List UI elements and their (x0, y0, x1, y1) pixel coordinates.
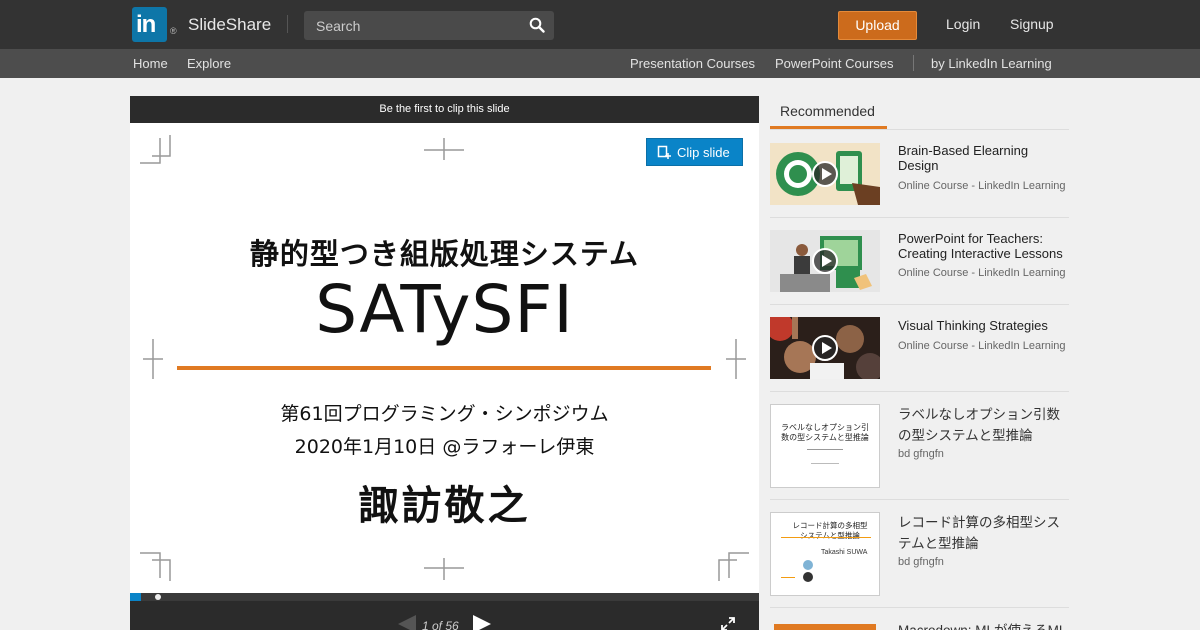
recommended-subtitle: Online Course - LinkedIn Learning (898, 340, 1066, 352)
play-icon (812, 161, 838, 187)
tab-recommended[interactable]: Recommended (770, 96, 887, 129)
slide-thumbnail: レコード計算の多相型システムと型推論 Takashi SUWA (770, 512, 880, 596)
nav-home[interactable]: Home (133, 56, 168, 71)
slide-date: 2020年1月10日 @ラフォーレ伊東 (294, 436, 595, 458)
slide-progress-bar[interactable] (130, 593, 759, 601)
slide-thumbnail (774, 624, 876, 630)
sub-navbar: Home Explore Presentation Courses PowerP… (0, 49, 1200, 78)
search-input[interactable] (304, 11, 524, 40)
item-separator (770, 304, 1069, 305)
login-link[interactable]: Login (946, 16, 980, 32)
recommended-item[interactable]: レコード計算の多相型システムと型推論 Takashi SUWA レコード計算の多… (770, 512, 1069, 608)
recommended-divider (770, 129, 1069, 130)
play-icon (812, 248, 838, 274)
recommended-title: Visual Thinking Strategies (898, 318, 1048, 333)
search-box (304, 11, 554, 40)
play-icon (812, 335, 838, 361)
recommended-title: レコード計算の多相型システムと型推論 (898, 515, 1060, 551)
thumbnail-title: レコード計算の多相型システムと型推論 (792, 521, 868, 540)
item-separator (770, 391, 1069, 392)
subnav-divider (913, 55, 914, 71)
recommended-item[interactable]: Macrodown: MLが使えるML (770, 620, 1069, 630)
next-slide-button[interactable] (473, 615, 491, 630)
fullscreen-icon[interactable] (720, 616, 736, 630)
registered-mark: ® (170, 26, 177, 36)
progress-fill (130, 593, 142, 601)
recommended-title: Macrodown: MLが使えるML (898, 620, 1069, 630)
slide-divider (177, 366, 711, 370)
nav-powerpoint-courses[interactable]: PowerPoint Courses (775, 56, 894, 71)
search-icon[interactable] (529, 17, 545, 33)
slide-thumbnail: ラベルなしオプション引数の型システムと型推論 (770, 404, 880, 488)
item-separator (770, 217, 1069, 218)
progress-handle[interactable] (155, 594, 161, 600)
recommended-subtitle: Online Course - LinkedIn Learning (898, 180, 1066, 192)
item-separator (770, 607, 1069, 608)
course-thumbnail (770, 230, 880, 292)
recommended-subtitle: Online Course - LinkedIn Learning (898, 267, 1066, 279)
slide-viewer[interactable]: 静的型つき組版処理システム SATySFI 第61回プログラミング・シンポジウム… (130, 123, 759, 593)
linkedin-logo-icon[interactable]: in (132, 7, 167, 42)
top-navbar: in ® SlideShare Upload Login Signup (0, 0, 1200, 49)
slide-heading: 静的型つき組版処理システム (249, 237, 640, 271)
item-separator (770, 499, 1069, 500)
recommended-item[interactable]: Brain-Based Elearning Design Online Cour… (770, 143, 1069, 218)
nav-linkedin-learning[interactable]: by LinkedIn Learning (931, 56, 1052, 71)
slideshare-logo-text[interactable]: SlideShare (188, 15, 271, 35)
nav-presentation-courses[interactable]: Presentation Courses (630, 56, 755, 71)
clip-hint-bar: Be the first to clip this slide (130, 96, 759, 123)
player-controls: 1 of 56 (130, 601, 759, 630)
recommended-item[interactable]: Visual Thinking Strategies Online Course… (770, 317, 1069, 392)
recommended-title: PowerPoint for Teachers: Creating Intera… (898, 231, 1063, 261)
slide-logo-text: SATySFI (315, 271, 574, 348)
page-counter: 1 of 56 (422, 619, 459, 630)
slide-author: 諏訪敬之 (358, 482, 531, 529)
clip-slide-button[interactable]: Clip slide (646, 138, 743, 166)
recommended-title: Brain-Based Elearning Design (898, 143, 1029, 173)
previous-slide-button[interactable] (398, 615, 416, 630)
thumbnail-title: ラベルなしオプション引数の型システムと型推論 (781, 423, 869, 442)
course-thumbnail (770, 143, 880, 205)
recommended-item[interactable]: PowerPoint for Teachers: Creating Intera… (770, 230, 1069, 305)
nav-explore[interactable]: Explore (187, 56, 231, 71)
header-divider (287, 15, 288, 33)
recommended-subtitle: bd gfngfn (898, 448, 944, 460)
thumbnail-author: Takashi SUWA (821, 549, 868, 556)
recommended-subtitle: bd gfngfn (898, 556, 944, 568)
slide-event: 第61回プログラミング・シンポジウム (280, 403, 609, 425)
recommended-title: ラベルなしオプション引数の型システムと型推論 (898, 407, 1060, 443)
clip-icon (657, 145, 671, 159)
clip-slide-label: Clip slide (677, 145, 730, 160)
signup-link[interactable]: Signup (1010, 16, 1054, 32)
recommended-item[interactable]: ラベルなしオプション引数の型システムと型推論 ラベルなしオプション引数の型システ… (770, 404, 1069, 500)
course-thumbnail (770, 317, 880, 379)
upload-button[interactable]: Upload (838, 11, 917, 40)
